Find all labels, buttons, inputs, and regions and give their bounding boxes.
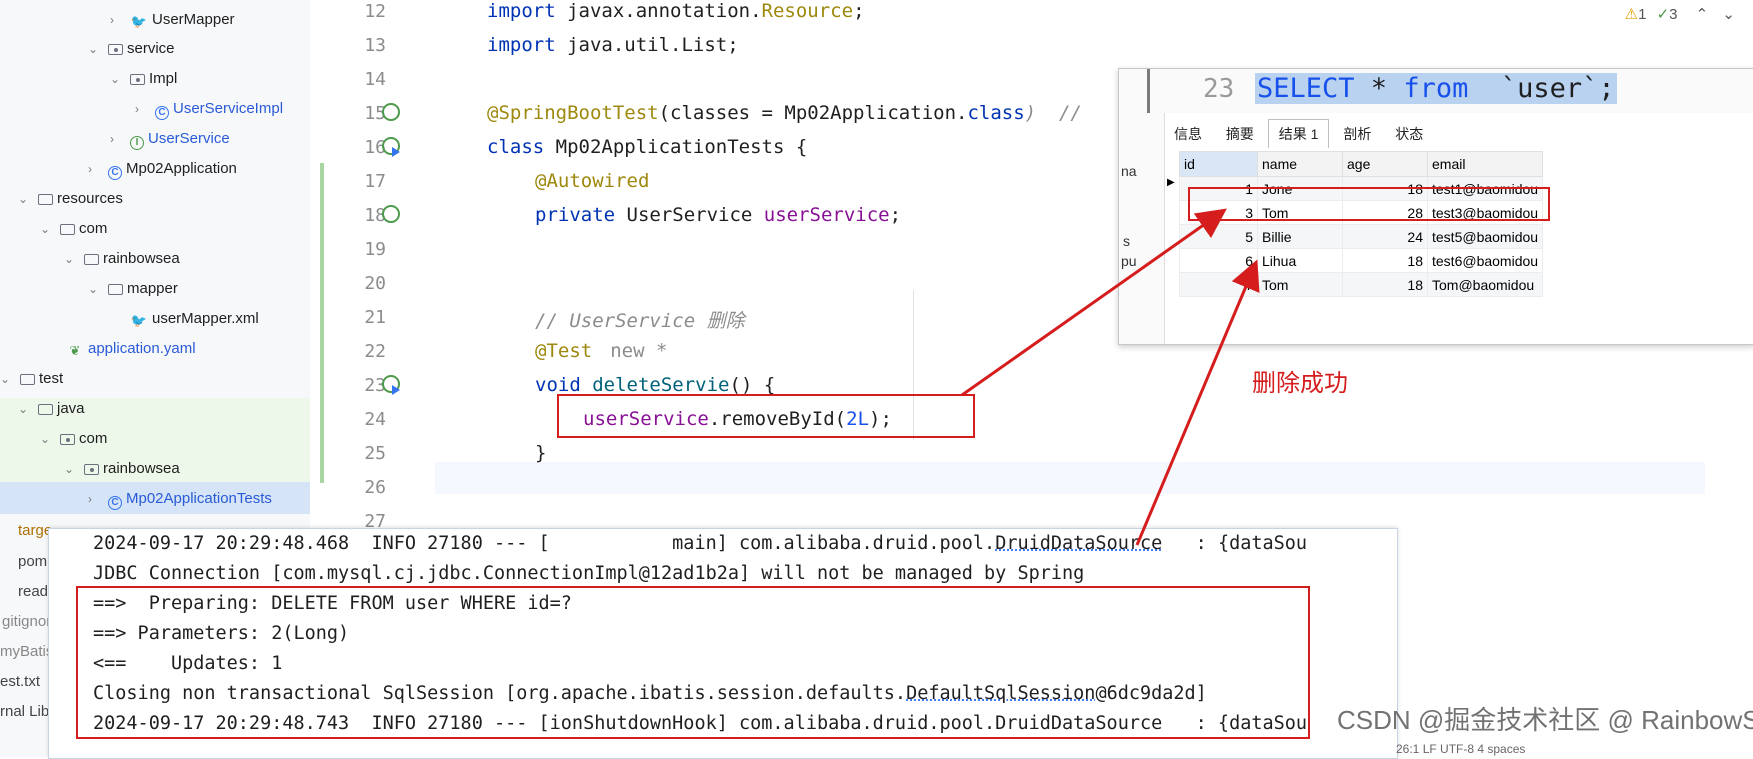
annotation-arrows xyxy=(961,208,1260,546)
delete-success-note: 删除成功 xyxy=(1252,370,1348,397)
watermark: CSDN @掘金技术社区 @ RainbowSea xyxy=(1337,705,1753,735)
arrow-to-table xyxy=(961,208,1227,397)
status-bar: 26:1 LF UTF-8 4 spaces xyxy=(1396,742,1526,756)
arrow-from-console xyxy=(1135,259,1260,546)
